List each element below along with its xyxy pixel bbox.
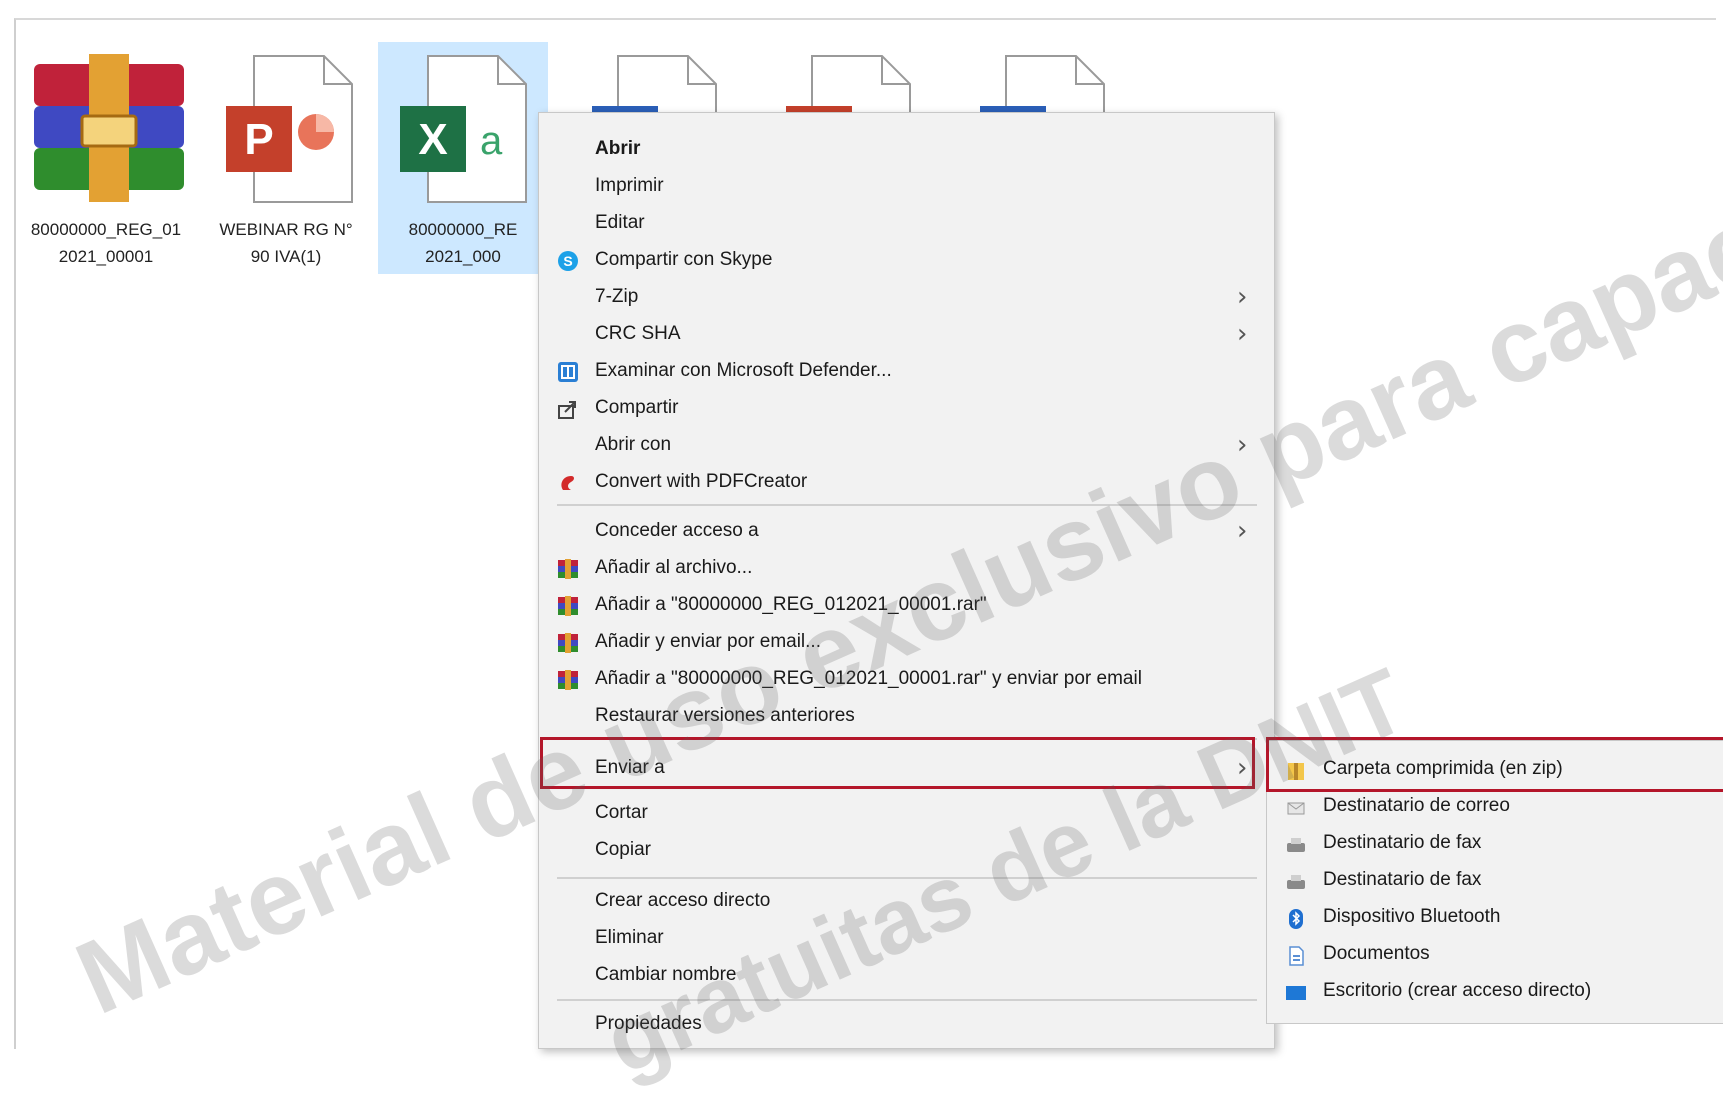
menu-separator: [557, 877, 1257, 879]
svg-text:S: S: [563, 253, 572, 269]
menu-item-abrir-con[interactable]: Abrir con ›: [539, 427, 1274, 463]
fax-icon: [1285, 869, 1307, 891]
file-item-winrar[interactable]: 80000000_REG_01 2021_00001: [18, 42, 194, 274]
menu-item-conceder-acceso[interactable]: Conceder acceso a ›: [539, 513, 1274, 549]
submenu-item-fax-1[interactable]: Destinatario de fax: [1267, 824, 1723, 861]
defender-icon: [557, 360, 579, 382]
menu-separator: [557, 504, 1257, 506]
submenu-item-documentos[interactable]: Documentos: [1267, 935, 1723, 972]
menu-separator: [557, 999, 1257, 1001]
submenu-item-bluetooth[interactable]: Dispositivo Bluetooth: [1267, 898, 1723, 935]
file-name-label: 80000000_REG_01 2021_00001: [30, 220, 182, 266]
menu-item-defender[interactable]: Examinar con Microsoft Defender...: [539, 353, 1274, 389]
enviar-a-highlight-box: [540, 737, 1255, 789]
bluetooth-icon: [1285, 906, 1307, 929]
file-name-label: 80000000_RE 2021_000: [408, 220, 518, 266]
menu-item-anadir-rar-email[interactable]: Añadir a "80000000_REG_012021_00001.rar"…: [539, 661, 1274, 697]
menu-item-restaurar-versiones[interactable]: Restaurar versiones anteriores: [539, 698, 1274, 734]
chevron-right-icon: ›: [1237, 430, 1248, 460]
excel-file-icon: X a: [394, 54, 544, 204]
submenu-item-correo[interactable]: Destinatario de correo: [1267, 787, 1723, 824]
menu-item-anadir-email[interactable]: Añadir y enviar por email...: [539, 624, 1274, 660]
winrar-icon: [557, 668, 579, 690]
winrar-icon: [557, 557, 579, 579]
svg-text:a: a: [480, 119, 503, 163]
fax-icon: [1285, 832, 1307, 854]
menu-item-propiedades[interactable]: Propiedades: [539, 1006, 1274, 1042]
menu-item-anadir-archivo[interactable]: Añadir al archivo...: [539, 550, 1274, 586]
menu-item-cambiar-nombre[interactable]: Cambiar nombre: [539, 957, 1274, 993]
share-icon: [557, 397, 579, 419]
menu-item-eliminar[interactable]: Eliminar: [539, 920, 1274, 956]
winrar-icon: [557, 594, 579, 616]
chevron-right-icon: ›: [1237, 282, 1248, 312]
skype-icon: S: [557, 249, 579, 271]
submenu-item-fax-2[interactable]: Destinatario de fax: [1267, 861, 1723, 898]
menu-item-imprimir[interactable]: Imprimir: [539, 168, 1274, 204]
powerpoint-file-icon: P: [214, 54, 364, 204]
menu-item-crear-acceso-directo[interactable]: Crear acceso directo: [539, 883, 1274, 919]
svg-text:P: P: [244, 115, 273, 164]
menu-item-7zip[interactable]: 7-Zip ›: [539, 279, 1274, 315]
menu-item-cortar[interactable]: Cortar: [539, 795, 1274, 831]
menu-item-copiar[interactable]: Copiar: [539, 832, 1274, 868]
chevron-right-icon: ›: [1237, 319, 1248, 349]
submenu-item-escritorio[interactable]: Escritorio (crear acceso directo): [1267, 972, 1723, 1009]
context-menu: Abrir Imprimir Editar S Compartir con Sk…: [538, 112, 1275, 1049]
winrar-icon: [557, 631, 579, 653]
menu-item-compartir[interactable]: Compartir: [539, 390, 1274, 426]
winrar-archive-icon: [34, 54, 184, 204]
mail-icon: [1285, 795, 1307, 817]
file-name-label: WEBINAR RG N° 90 IVA(1): [219, 220, 353, 266]
chevron-right-icon: ›: [1237, 516, 1248, 546]
desktop-icon: [1285, 980, 1307, 1002]
menu-item-editar[interactable]: Editar: [539, 205, 1274, 241]
file-item-powerpoint[interactable]: P WEBINAR RG N° 90 IVA(1): [198, 42, 374, 274]
menu-item-pdfcreator[interactable]: Convert with PDFCreator: [539, 464, 1274, 500]
menu-item-compartir-skype[interactable]: S Compartir con Skype: [539, 242, 1274, 278]
menu-item-anadir-rar[interactable]: Añadir a "80000000_REG_012021_00001.rar": [539, 587, 1274, 623]
file-item-excel-selected[interactable]: X a 80000000_RE 2021_000: [378, 42, 548, 274]
menu-item-abrir[interactable]: Abrir: [539, 131, 1274, 167]
zip-highlight-box: [1266, 737, 1723, 792]
menu-item-crc-sha[interactable]: CRC SHA ›: [539, 316, 1274, 352]
svg-text:X: X: [418, 115, 447, 164]
documents-icon: [1285, 943, 1307, 966]
pdfcreator-icon: [557, 471, 579, 493]
